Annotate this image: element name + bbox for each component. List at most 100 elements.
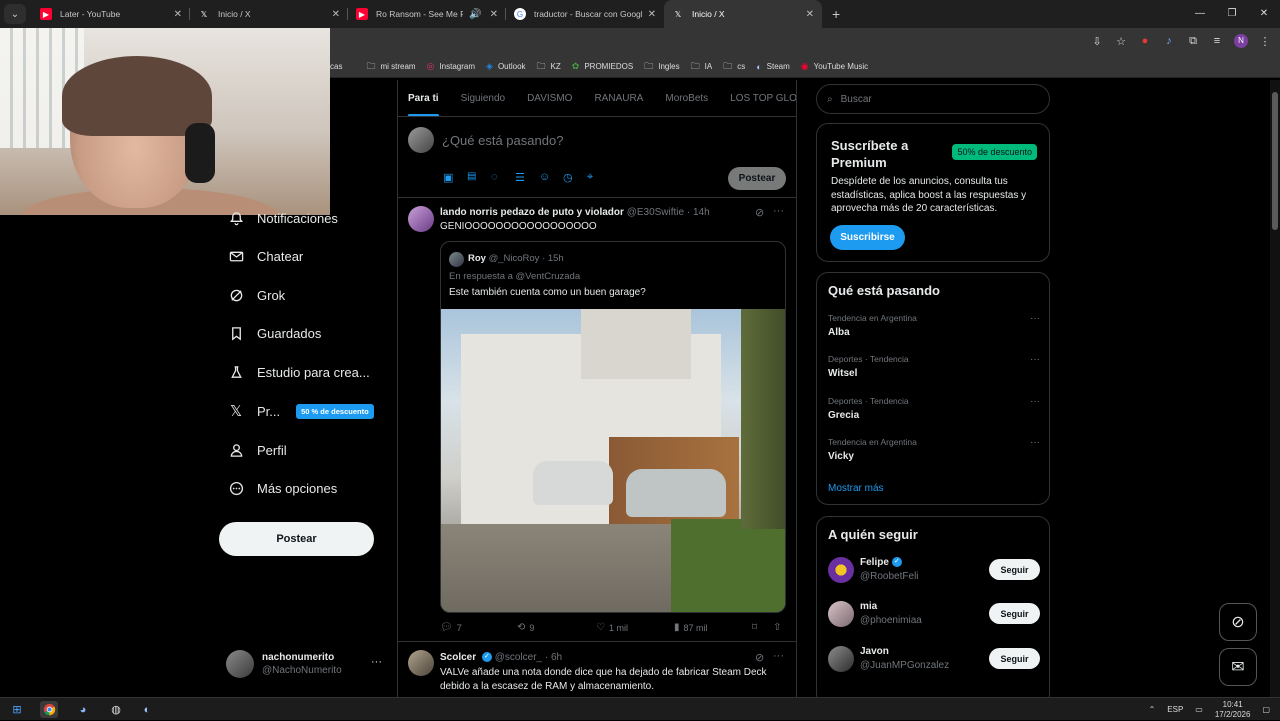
more-dots-icon[interactable]: ··· <box>1030 313 1040 324</box>
account-switcher[interactable]: nachonumerito @NachoNumerito ··· <box>226 648 386 680</box>
repost-button[interactable]: ⟲ 9 <box>517 622 534 633</box>
follow-suggestion[interactable]: Javon @JuanMPGonzalez Seguir <box>828 646 1040 676</box>
menu-dots-icon[interactable]: ⋮ <box>1258 35 1272 48</box>
close-icon[interactable]: ✕ <box>648 9 656 20</box>
nav-chat[interactable]: Chatear <box>228 248 303 264</box>
trend-item[interactable]: Deportes · Tendencia Grecia ··· <box>828 396 1040 421</box>
bookmark-folder[interactable]: 🗀 IA <box>691 59 713 75</box>
close-icon[interactable]: ✕ <box>490 9 498 20</box>
network-icon[interactable]: ▭ <box>1195 705 1203 714</box>
grok-image-icon[interactable]: ◌ <box>491 171 498 183</box>
browser-tab[interactable]: ▶ Ro Ransom - See Me Fall ft 🔊 ✕ <box>348 0 506 28</box>
grok-icon[interactable]: ⊘ <box>755 651 764 664</box>
notifications-icon[interactable]: ▢ <box>1262 705 1270 714</box>
nav-notifications[interactable]: Notificaciones <box>228 210 338 226</box>
browser-tab[interactable]: G traductor - Buscar con Google ✕ <box>506 0 664 28</box>
follow-button[interactable]: Seguir <box>989 648 1040 669</box>
nav-profile[interactable]: Perfil <box>228 442 287 458</box>
reply-button[interactable]: 💬︎ 7 <box>440 622 462 633</box>
views-button[interactable]: ▮ 87 mil <box>674 622 708 633</box>
composer-post-button[interactable]: Postear <box>728 167 786 190</box>
discord-icon[interactable]: ◕ <box>74 701 92 718</box>
more-dots-icon[interactable]: ··· <box>1030 354 1040 365</box>
follow-button[interactable]: Seguir <box>989 559 1040 580</box>
close-icon[interactable]: ✕ <box>806 9 814 20</box>
nav-creator-studio[interactable]: Estudio para crea... <box>228 364 370 380</box>
tab-search-button[interactable]: ⌄ <box>4 4 26 24</box>
nav-premium[interactable]: 𝕏 Pr... 50 % de descuento <box>228 403 374 420</box>
scrollbar[interactable] <box>1270 80 1280 697</box>
more-dots-icon[interactable]: ··· <box>773 205 784 217</box>
tab-morobets[interactable]: MoroBets <box>665 80 708 116</box>
author-name[interactable]: lando norris pedazo de puto y violador <box>440 207 624 218</box>
close-icon[interactable]: ✕ <box>174 9 182 20</box>
more-dots-icon[interactable]: ··· <box>371 656 382 668</box>
gif-icon[interactable]: ▤ <box>467 171 476 182</box>
nav-grok[interactable]: Grok <box>228 287 285 303</box>
garage-photo[interactable] <box>441 309 785 612</box>
bookmark-item[interactable]: ◎ Instagram <box>427 61 475 72</box>
tab-los-top[interactable]: LOS TOP GLOBA <box>730 80 796 116</box>
chevron-up-icon[interactable]: ⌃ <box>1149 705 1156 714</box>
bookmark-item[interactable]: ✿ PROMIEDOS <box>572 61 633 72</box>
share-button[interactable]: ⇧ <box>773 622 785 633</box>
browser-tab[interactable]: 𝕏 Inicio / X ✕ <box>190 0 348 28</box>
like-button[interactable]: ♡ 1 mil <box>596 622 628 633</box>
trend-item[interactable]: Tendencia en Argentina Vicky ··· <box>828 437 1040 462</box>
more-dots-icon[interactable]: ··· <box>1030 437 1040 448</box>
browser-tab[interactable]: ▶ Later - YouTube ✕ <box>32 0 190 28</box>
windows-start-icon[interactable]: ⊞ <box>8 701 26 718</box>
schedule-icon[interactable]: ◷ <box>563 171 573 184</box>
nav-bookmarks[interactable]: Guardados <box>228 325 321 341</box>
composer-input[interactable]: ¿Qué está pasando? <box>442 133 563 148</box>
tweet-time[interactable]: · 6h <box>545 652 562 663</box>
obs-icon[interactable]: ◍ <box>107 701 125 718</box>
grok-icon[interactable]: ⊘ <box>755 206 764 219</box>
author-name[interactable]: Scolcer <box>440 652 476 663</box>
quoted-tweet[interactable]: Roy @_NicoRoy · 15h En respuesta a @Vent… <box>440 241 786 613</box>
follow-suggestion[interactable]: Felipe ✓ @RoobetFeli Seguir <box>828 557 1040 587</box>
reading-list-icon[interactable]: ≡ <box>1210 35 1224 47</box>
tab-davismo[interactable]: DAVISMO <box>527 80 572 116</box>
trend-item[interactable]: Tendencia en Argentina Alba ··· <box>828 313 1040 338</box>
location-icon[interactable]: ⌖ <box>587 171 593 184</box>
author-handle[interactable]: @scolcer_ <box>495 652 542 663</box>
follow-suggestion[interactable]: mia @phoenimiaa Seguir <box>828 601 1040 631</box>
trend-item[interactable]: Deportes · Tendencia Witsel ··· <box>828 354 1040 379</box>
more-dots-icon[interactable]: ··· <box>1030 396 1040 407</box>
steam-icon[interactable]: ◐ <box>138 701 156 718</box>
tab-para-ti[interactable]: Para ti <box>408 80 439 116</box>
search-input[interactable]: ⌕ Buscar <box>816 84 1050 114</box>
emoji-icon[interactable]: ☺ <box>539 171 550 183</box>
bookmark-item[interactable]: ◐ Steam <box>756 62 790 72</box>
extension-audio-icon[interactable]: ♪ <box>1162 35 1176 47</box>
close-window-icon[interactable]: ✕ <box>1248 0 1280 28</box>
new-tab-button[interactable]: + <box>832 6 840 22</box>
author-handle[interactable]: @E30Swiftie <box>627 207 684 218</box>
browser-tab-active[interactable]: 𝕏 Inicio / X ✕ <box>664 0 822 28</box>
close-icon[interactable]: ✕ <box>332 9 340 20</box>
minimize-icon[interactable]: — <box>1184 0 1216 28</box>
messages-float-button[interactable]: ✉ <box>1219 648 1257 686</box>
star-icon[interactable]: ☆ <box>1114 35 1128 48</box>
bookmark-folder[interactable]: 🗀 Ingles <box>644 59 679 75</box>
tab-siguiendo[interactable]: Siguiendo <box>461 80 505 116</box>
grok-float-button[interactable]: ⊘ <box>1219 603 1257 641</box>
image-icon[interactable]: ▣ <box>443 171 453 184</box>
bookmark-folder[interactable]: 🗀 mi stream <box>366 59 415 75</box>
poll-icon[interactable]: ☰ <box>515 171 525 184</box>
profile-avatar[interactable]: N <box>1234 34 1248 48</box>
nav-more-options[interactable]: Más opciones <box>228 480 337 496</box>
language-indicator[interactable]: ESP <box>1167 705 1183 714</box>
tab-ranaura[interactable]: RANAURA <box>594 80 643 116</box>
show-more-link[interactable]: Mostrar más <box>828 483 884 494</box>
subscribe-button[interactable]: Suscribirse <box>830 225 905 250</box>
extension-record-icon[interactable]: ● <box>1138 35 1152 47</box>
clock[interactable]: 10:41 17/2/2026 <box>1215 700 1251 720</box>
more-dots-icon[interactable]: ··· <box>773 650 784 662</box>
bookmark-item[interactable]: cas <box>330 62 342 71</box>
speaker-icon[interactable]: 🔊 <box>469 9 481 20</box>
bookmark-folder[interactable]: 🗀 KZ <box>537 59 561 75</box>
restore-icon[interactable]: ❐ <box>1216 0 1248 28</box>
bookmark-item[interactable]: ◉ YouTube Music <box>801 61 868 72</box>
